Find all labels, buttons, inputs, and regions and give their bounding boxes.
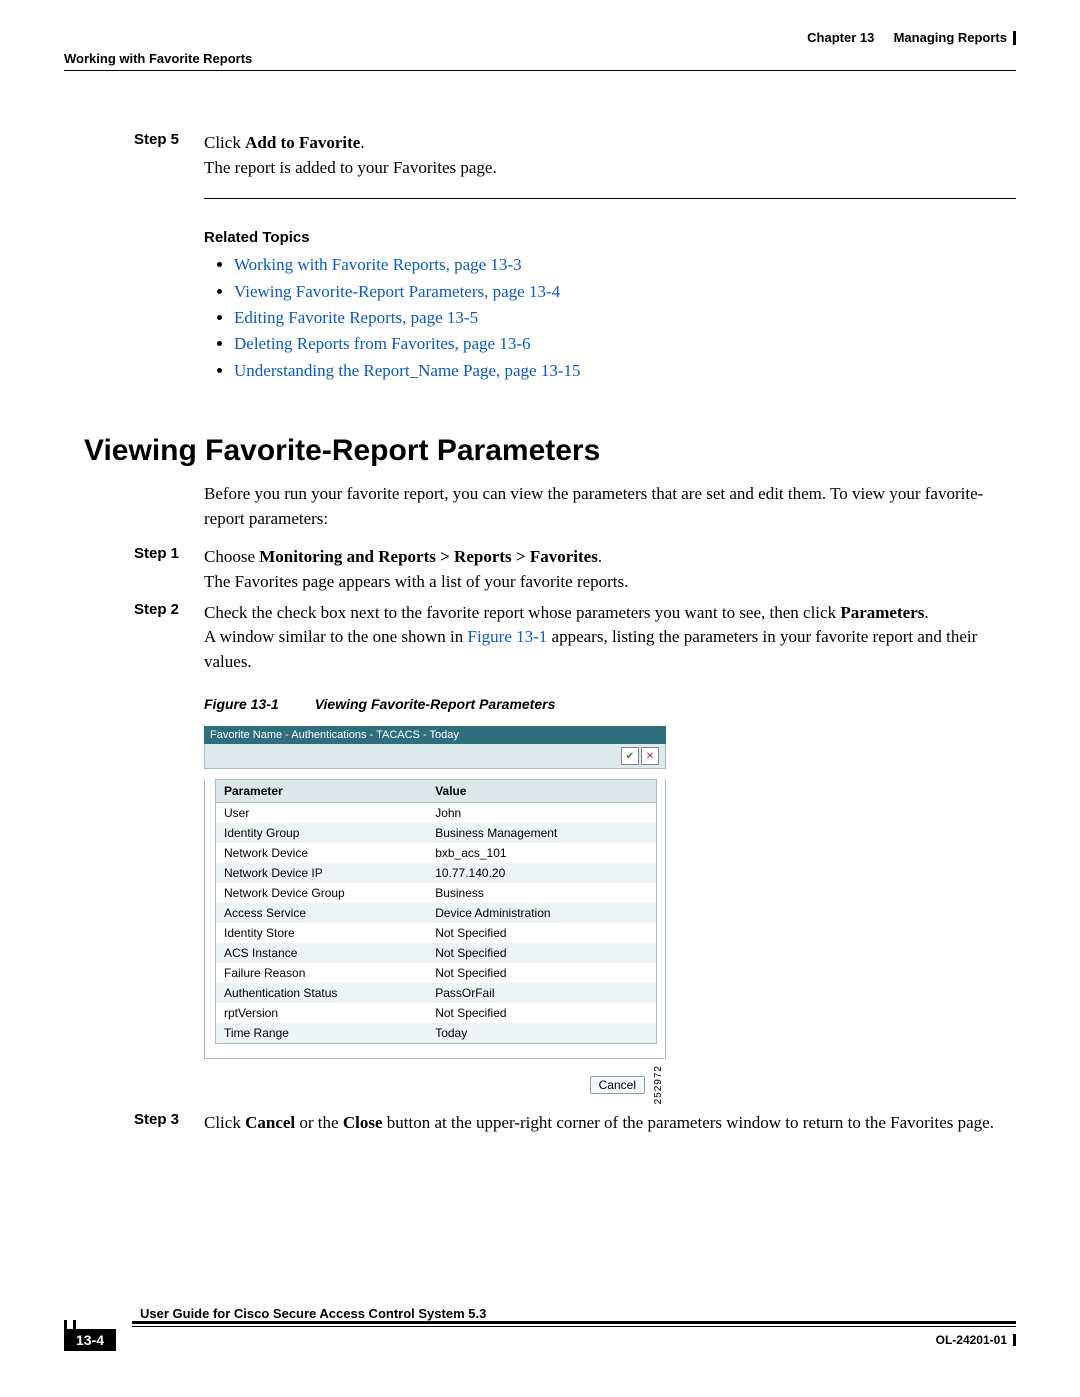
table-row: Identity GroupBusiness Management <box>216 823 656 843</box>
table-row: Identity StoreNot Specified <box>216 923 656 943</box>
table-row: rptVersionNot Specified <box>216 1003 656 1023</box>
footer-tick-icon <box>1013 1334 1016 1346</box>
page-header: Chapter 13 Managing Reports <box>64 30 1016 45</box>
step-2: Step 2 Check the check box next to the f… <box>64 601 1016 675</box>
header-divider-icon <box>1013 31 1016 45</box>
figure-13-1: Favorite Name - Authentications - TACACS… <box>204 726 666 1104</box>
step-label: Step 3 <box>134 1111 204 1136</box>
dialog-title: Favorite Name - Authentications - TACACS… <box>210 729 459 741</box>
close-icon[interactable]: ✕ <box>641 747 659 765</box>
step-label: Step 2 <box>134 601 204 675</box>
col-header-parameter: Parameter <box>216 780 427 803</box>
document-number: OL-24201-01 <box>936 1333 1007 1347</box>
image-number: 252972 <box>653 1065 664 1104</box>
related-link[interactable]: Viewing Favorite-Report Parameters, page… <box>234 279 1016 305</box>
table-row: Failure ReasonNot Specified <box>216 963 656 983</box>
page-number: 13-4 <box>64 1329 116 1351</box>
table-row: Time RangeToday <box>216 1023 656 1043</box>
step-text: Check the check box next to the favorite… <box>204 601 1016 675</box>
section-heading: Viewing Favorite-Report Parameters <box>84 434 1016 468</box>
related-link[interactable]: Editing Favorite Reports, page 13-5 <box>234 305 1016 331</box>
table-row: ACS InstanceNot Specified <box>216 943 656 963</box>
page-footer: User Guide for Cisco Secure Access Contr… <box>64 1326 1016 1351</box>
col-header-value: Value <box>427 780 656 803</box>
figure-link[interactable]: Figure 13-1 <box>467 627 547 646</box>
footer-title: User Guide for Cisco Secure Access Contr… <box>140 1306 1016 1321</box>
section-label: Working with Favorite Reports <box>64 51 252 66</box>
related-topics-heading: Related Topics <box>204 229 1016 246</box>
step-5: Step 5 Click Add to Favorite. The report… <box>64 131 1016 180</box>
section-breadcrumb: Working with Favorite Reports <box>64 51 1016 66</box>
figure-caption: Figure 13-1Viewing Favorite-Report Param… <box>204 696 1016 712</box>
horizontal-rule <box>204 198 1016 199</box>
table-row: Authentication StatusPassOrFail <box>216 983 656 1003</box>
table-row: UserJohn <box>216 803 656 824</box>
related-link[interactable]: Working with Favorite Reports, page 13-3 <box>234 252 1016 278</box>
cancel-button[interactable]: Cancel <box>590 1076 645 1094</box>
check-icon[interactable]: ✔ <box>621 747 639 765</box>
table-row: Network Devicebxb_acs_101 <box>216 843 656 863</box>
related-link[interactable]: Understanding the Report_Name Page, page… <box>234 358 1016 384</box>
intro-paragraph: Before you run your favorite report, you… <box>204 482 1016 531</box>
chapter-title: Managing Reports <box>894 30 1007 45</box>
step-label: Step 1 <box>134 545 204 594</box>
step-label: Step 5 <box>134 131 204 180</box>
step-text: Click Add to Favorite. The report is add… <box>204 131 1016 180</box>
table-row: Network Device IP10.77.140.20 <box>216 863 656 883</box>
parameters-table: Parameter Value UserJohn Identity GroupB… <box>215 779 657 1044</box>
step-text: Choose Monitoring and Reports > Reports … <box>204 545 1016 594</box>
dialog-titlebar: Favorite Name - Authentications - TACACS… <box>204 726 666 744</box>
dialog-toolbar: ✔ ✕ <box>204 744 666 769</box>
step-3: Step 3 Click Cancel or the Close button … <box>64 1111 1016 1136</box>
table-row: Access ServiceDevice Administration <box>216 903 656 923</box>
step-1: Step 1 Choose Monitoring and Reports > R… <box>64 545 1016 594</box>
chapter-number: Chapter 13 <box>807 30 874 45</box>
step-text: Click Cancel or the Close button at the … <box>204 1111 1016 1136</box>
related-topics-list: Working with Favorite Reports, page 13-3… <box>234 252 1016 384</box>
related-link[interactable]: Deleting Reports from Favorites, page 13… <box>234 331 1016 357</box>
table-row: Network Device GroupBusiness <box>216 883 656 903</box>
